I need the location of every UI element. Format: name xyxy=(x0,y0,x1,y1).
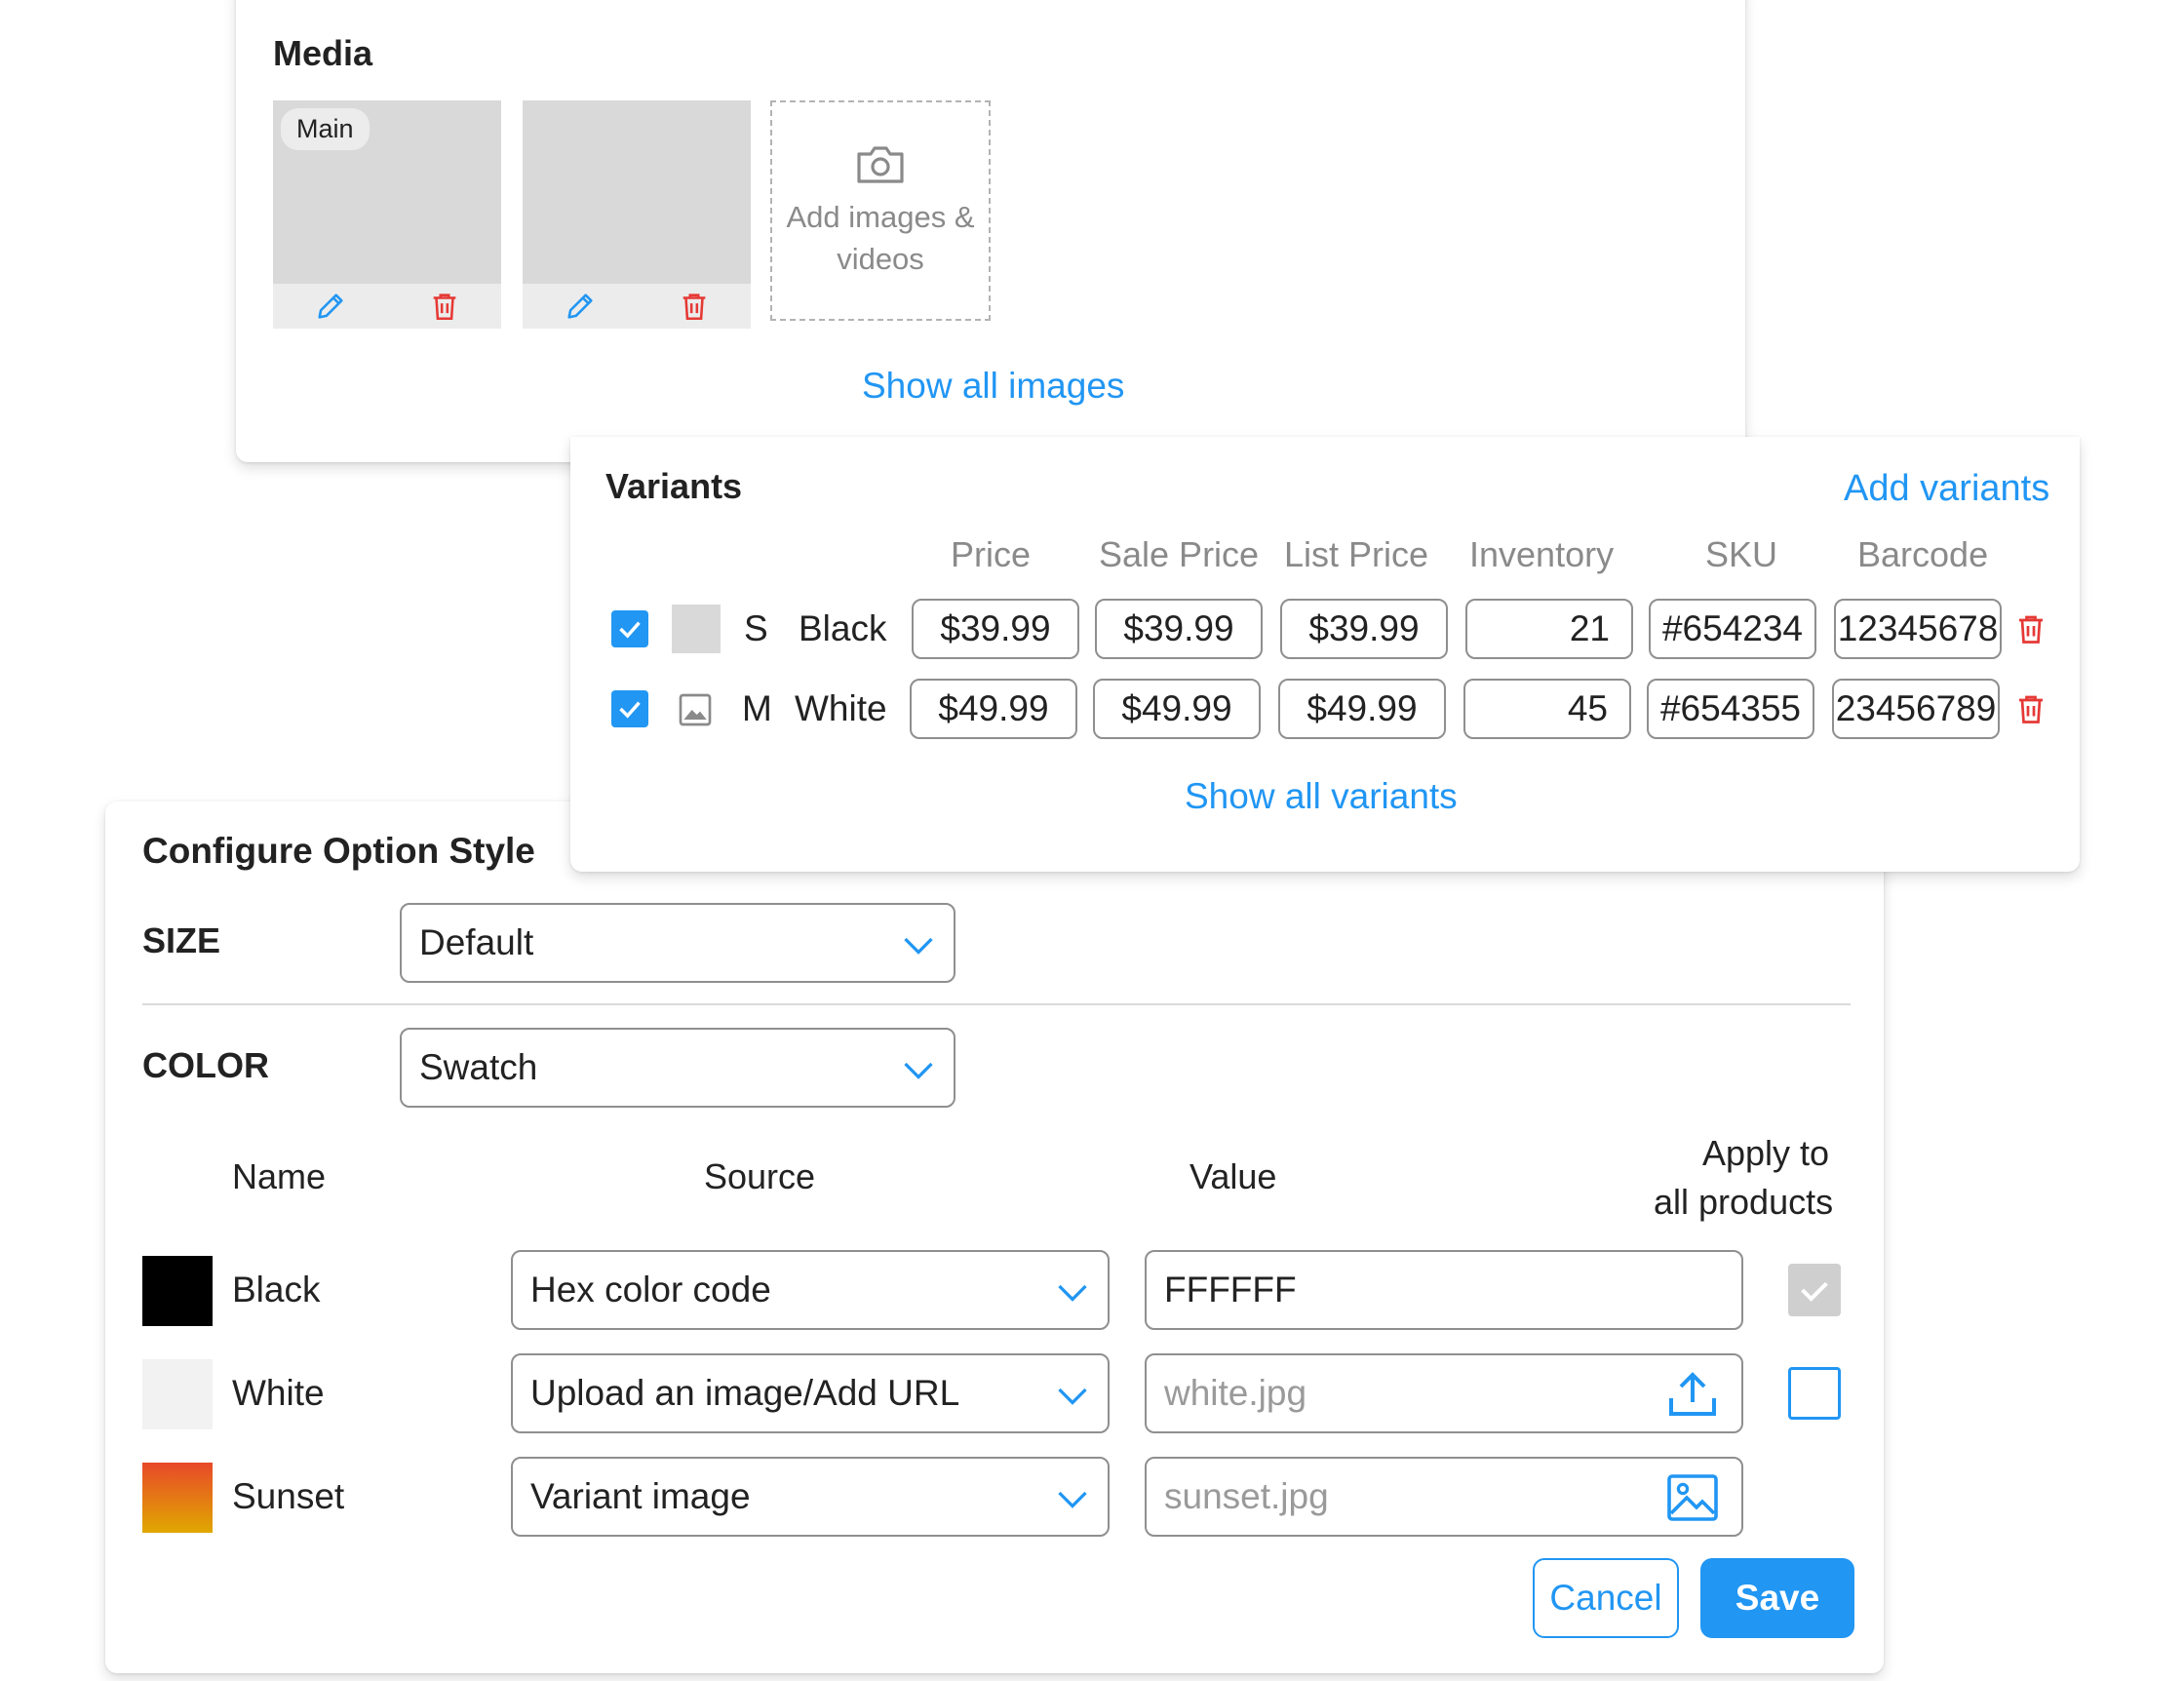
variant-image-input[interactable]: sunset.jpg xyxy=(1145,1457,1743,1537)
image-icon[interactable] xyxy=(676,690,715,729)
inventory-input[interactable]: 45 xyxy=(1463,679,1631,739)
image-file-value: white.jpg xyxy=(1164,1373,1307,1413)
pencil-icon[interactable] xyxy=(314,290,347,323)
size-style-value: Default xyxy=(419,922,534,962)
column-header-sku: SKU xyxy=(1705,534,1778,574)
color-swatch-white xyxy=(142,1359,213,1429)
variants-title: Variants xyxy=(605,466,743,506)
media-thumbnail[interactable] xyxy=(523,100,751,329)
trash-icon[interactable] xyxy=(678,290,711,323)
source-value: Upload an image/Add URL xyxy=(530,1373,960,1413)
color-style-value: Swatch xyxy=(419,1047,538,1087)
variant-color: White xyxy=(795,688,887,728)
column-header-price: Price xyxy=(951,534,1032,574)
variants-card: Variants Add variants Price Sale Price L… xyxy=(570,437,2080,872)
media-card: Media Main Add images & videos Show all … xyxy=(236,0,1745,462)
color-name: White xyxy=(232,1373,325,1413)
sale-price-input[interactable]: $39.99 xyxy=(1095,599,1263,659)
chevron-down-icon xyxy=(1058,1491,1087,1508)
main-badge: Main xyxy=(281,108,370,150)
pencil-icon[interactable] xyxy=(564,290,597,323)
barcode-input[interactable]: 12345678 xyxy=(1834,599,2002,659)
trash-icon[interactable] xyxy=(428,290,461,323)
chevron-down-icon xyxy=(1058,1284,1087,1302)
list-price-input[interactable]: $39.99 xyxy=(1280,599,1448,659)
source-select[interactable]: Variant image xyxy=(511,1457,1110,1537)
thumbnail-actions xyxy=(523,284,751,329)
column-header-list-price: List Price xyxy=(1284,534,1429,574)
source-select[interactable]: Hex color code xyxy=(511,1250,1110,1330)
configure-title: Configure Option Style xyxy=(142,831,535,871)
camera-icon xyxy=(857,146,904,183)
hex-value-input[interactable]: FFFFFF xyxy=(1145,1250,1743,1330)
color-style-select[interactable]: Swatch xyxy=(400,1028,956,1108)
price-input[interactable]: $39.99 xyxy=(912,599,1079,659)
check-icon xyxy=(1801,1281,1828,1302)
configure-option-style-card: Configure Option Style SIZE Default COLO… xyxy=(105,801,1884,1673)
media-thumbnail-main[interactable]: Main xyxy=(273,100,501,329)
add-variants-link[interactable]: Add variants xyxy=(1844,468,2049,510)
trash-icon[interactable] xyxy=(2013,691,2048,726)
variant-size: S xyxy=(744,608,768,648)
sku-input[interactable]: #654234 xyxy=(1649,599,1816,659)
trash-icon[interactable] xyxy=(2013,611,2048,646)
apply-all-checkbox xyxy=(1788,1264,1841,1316)
variant-checkbox[interactable] xyxy=(611,690,648,727)
variant-size: M xyxy=(742,688,772,728)
header-apply-line2: all products xyxy=(1654,1182,1834,1222)
variant-row: S Black $39.99 $39.99 $39.99 21 #654234 … xyxy=(570,599,2080,659)
source-select[interactable]: Upload an image/Add URL xyxy=(511,1353,1110,1433)
header-apply-line1: Apply to xyxy=(1702,1133,1830,1173)
check-icon xyxy=(619,621,641,639)
header-name: Name xyxy=(232,1156,327,1196)
add-media-button[interactable]: Add images & videos xyxy=(770,100,991,321)
column-header-inventory: Inventory xyxy=(1469,534,1615,574)
size-style-select[interactable]: Default xyxy=(400,903,956,983)
variant-checkbox[interactable] xyxy=(611,610,648,647)
sale-price-input[interactable]: $49.99 xyxy=(1093,679,1261,739)
hex-value: FFFFFF xyxy=(1164,1270,1297,1310)
color-swatch-sunset xyxy=(142,1463,213,1533)
inventory-input[interactable]: 21 xyxy=(1465,599,1633,659)
color-swatch-black xyxy=(142,1256,213,1326)
variant-image-placeholder[interactable] xyxy=(672,605,721,653)
chevron-down-icon xyxy=(904,1062,933,1079)
thumbnail-actions xyxy=(273,284,501,329)
header-value: Value xyxy=(1190,1156,1277,1196)
show-all-images-link[interactable]: Show all images xyxy=(862,366,1124,407)
header-source: Source xyxy=(704,1156,816,1196)
color-name: Sunset xyxy=(232,1476,345,1516)
check-icon xyxy=(619,701,641,719)
size-label: SIZE xyxy=(142,920,221,960)
source-value: Variant image xyxy=(530,1476,751,1516)
column-header-sale-price: Sale Price xyxy=(1099,534,1260,574)
image-file-value: sunset.jpg xyxy=(1164,1476,1329,1516)
chevron-down-icon xyxy=(1058,1388,1087,1405)
chevron-down-icon xyxy=(904,937,933,955)
list-price-input[interactable]: $49.99 xyxy=(1278,679,1446,739)
cancel-button[interactable]: Cancel xyxy=(1533,1558,1679,1638)
show-all-variants-link[interactable]: Show all variants xyxy=(1185,776,1458,817)
variant-color: Black xyxy=(799,608,887,648)
image-icon[interactable] xyxy=(1665,1472,1720,1523)
add-media-label-1: Add images & xyxy=(786,200,975,234)
source-value: Hex color code xyxy=(530,1270,771,1310)
column-header-barcode: Barcode xyxy=(1857,534,1989,574)
barcode-input[interactable]: 23456789 xyxy=(1832,679,2000,739)
image-url-input[interactable]: white.jpg xyxy=(1145,1353,1743,1433)
sku-input[interactable]: #654355 xyxy=(1647,679,1814,739)
color-name: Black xyxy=(232,1270,321,1310)
upload-icon[interactable] xyxy=(1665,1369,1720,1420)
price-input[interactable]: $49.99 xyxy=(910,679,1077,739)
apply-all-checkbox[interactable] xyxy=(1788,1367,1841,1420)
add-media-label-2: videos xyxy=(837,242,924,276)
save-button[interactable]: Save xyxy=(1700,1558,1854,1638)
media-title: Media xyxy=(273,33,373,73)
color-label: COLOR xyxy=(142,1045,269,1085)
divider xyxy=(142,1003,1851,1005)
variant-row: M White $49.99 $49.99 $49.99 45 #654355 … xyxy=(570,679,2080,739)
